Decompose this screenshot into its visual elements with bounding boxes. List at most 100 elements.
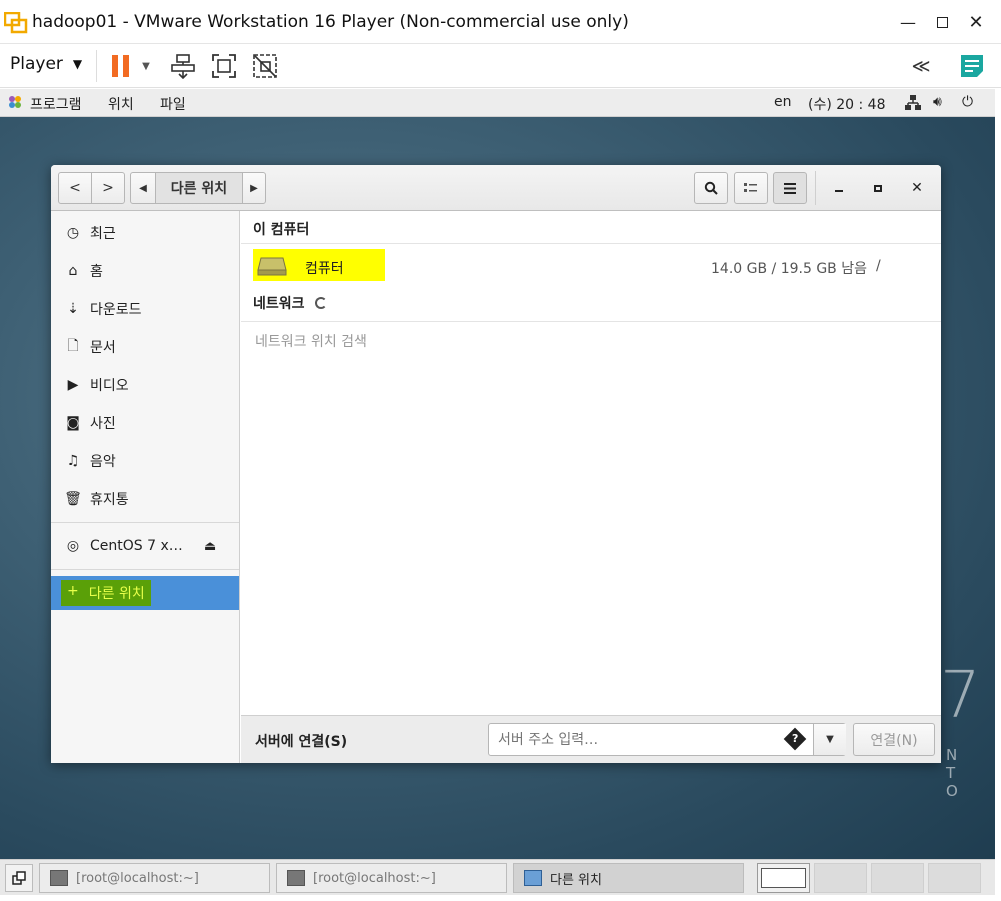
double-chevron-left-icon: ≪ bbox=[911, 55, 931, 77]
sidebar-item-documents[interactable]: 🗋 문서 bbox=[51, 330, 239, 364]
player-menu[interactable]: Player ▼ bbox=[10, 54, 82, 74]
menu-button[interactable] bbox=[773, 172, 807, 204]
computer-mount: / bbox=[876, 258, 881, 274]
workspace-2[interactable] bbox=[814, 863, 867, 893]
workspace-4[interactable] bbox=[928, 863, 981, 893]
connect-button[interactable]: 연결(N) bbox=[853, 723, 935, 756]
file-menu[interactable]: 파일 bbox=[160, 94, 186, 114]
sidebar-item-label: 다운로드 bbox=[90, 302, 142, 318]
pause-button[interactable] bbox=[106, 51, 136, 81]
keyboard-layout-indicator[interactable]: en bbox=[774, 94, 792, 110]
home-icon: ⌂ bbox=[68, 263, 78, 279]
taskbar-item-file-manager[interactable]: 다른 위치 bbox=[513, 863, 744, 893]
back-button[interactable]: < bbox=[58, 172, 92, 204]
dropdown-arrow-icon: ▼ bbox=[826, 734, 834, 745]
sidebar-item-recent[interactable]: ◷ 최근 bbox=[51, 216, 239, 250]
computer-usage: 14.0 GB / 19.5 GB 남음 bbox=[711, 261, 867, 277]
minimize-button[interactable]: — bbox=[890, 8, 926, 36]
headerbar-divider bbox=[815, 171, 816, 205]
removable-devices-button[interactable] bbox=[168, 51, 198, 81]
show-desktop-icon bbox=[12, 871, 26, 885]
taskbar-item-label: 다른 위치 bbox=[550, 872, 602, 888]
minimize-icon bbox=[835, 190, 843, 192]
volume-icon[interactable]: 🔊︎ bbox=[933, 94, 942, 110]
taskbar-item-terminal-2[interactable]: [root@localhost:~] bbox=[276, 863, 507, 893]
clock[interactable]: (수) 20 : 48 bbox=[808, 94, 886, 114]
close-icon: ✕ bbox=[911, 180, 923, 196]
sidebar-item-label: 사진 bbox=[90, 416, 116, 432]
places-menu[interactable]: 위치 bbox=[108, 94, 134, 114]
sidebar-item-pictures[interactable]: ◙ 사진 bbox=[51, 406, 239, 440]
search-icon bbox=[704, 181, 718, 195]
server-address-input[interactable] bbox=[489, 724, 777, 755]
hamburger-menu-icon bbox=[784, 182, 796, 194]
list-view-icon bbox=[744, 183, 757, 192]
toolbar-divider bbox=[96, 50, 97, 82]
document-icon: 🗋 bbox=[67, 338, 79, 354]
taskbar-item-terminal-1[interactable]: [root@localhost:~] bbox=[39, 863, 270, 893]
sidebar-item-label: 홈 bbox=[90, 264, 103, 280]
network-header-label: 네트워크 bbox=[253, 296, 305, 312]
sidebar-item-device[interactable]: ◎ CentOS 7 x… ⏏ bbox=[51, 529, 239, 563]
close-icon: ✕ bbox=[968, 11, 984, 33]
centos-brand-mark: 7 bbox=[940, 659, 981, 733]
eject-icon[interactable]: ⏏ bbox=[204, 539, 216, 554]
sidebar-item-home[interactable]: ⌂ 홈 bbox=[51, 254, 239, 288]
music-icon: ♫ bbox=[66, 453, 80, 469]
power-icon[interactable]: ⏻ bbox=[962, 94, 973, 110]
triangle-right-icon: ▶ bbox=[250, 182, 258, 194]
this-computer-header: 이 컴퓨터 bbox=[253, 222, 310, 238]
fullscreen-button[interactable] bbox=[209, 51, 239, 81]
player-menu-label: Player bbox=[10, 54, 63, 74]
notes-button[interactable] bbox=[957, 51, 987, 81]
workspace-1-window bbox=[761, 868, 806, 888]
gnome-top-bar: 프로그램 위치 파일 en (수) 20 : 48 🔊︎ ⏻ bbox=[0, 89, 995, 117]
workspace-3[interactable] bbox=[871, 863, 924, 893]
sidebar-item-trash[interactable]: 🗑︎ 휴지통 bbox=[51, 482, 239, 516]
download-icon: ⇣ bbox=[67, 301, 79, 317]
taskbar-item-label: [root@localhost:~] bbox=[76, 870, 199, 886]
path-scroll-right-button[interactable]: ▶ bbox=[242, 172, 266, 204]
other-locations-view: 이 컴퓨터 컴퓨터 14.0 GB / 19.5 GB 남음 / 네트워크 네트… bbox=[241, 211, 941, 715]
window-close-button[interactable]: ✕ bbox=[902, 172, 932, 204]
vmware-logo-icon bbox=[4, 12, 28, 34]
note-icon bbox=[961, 55, 983, 77]
help-icon[interactable]: ? bbox=[783, 727, 807, 751]
computer-row[interactable]: 컴퓨터 14.0 GB / 19.5 GB 남음 / bbox=[241, 247, 941, 285]
path-segment-current[interactable]: 다른 위치 bbox=[155, 172, 243, 204]
workspace-1[interactable] bbox=[757, 863, 810, 893]
collapse-toolbar-button[interactable]: ≪ bbox=[906, 51, 936, 81]
maximize-icon bbox=[936, 16, 948, 28]
sidebar-item-other-locations[interactable]: + 다른 위치 bbox=[51, 576, 239, 610]
maximize-button[interactable] bbox=[924, 8, 960, 36]
file-manager-headerbar: < > ◀ 다른 위치 ▶ ✕ bbox=[51, 165, 941, 211]
show-desktop-button[interactable] bbox=[5, 864, 33, 892]
close-button[interactable]: ✕ bbox=[958, 8, 994, 36]
forward-button[interactable]: > bbox=[91, 172, 125, 204]
server-history-dropdown[interactable]: ▼ bbox=[813, 724, 846, 755]
applications-menu[interactable]: 프로그램 bbox=[30, 94, 82, 114]
path-scroll-left-button[interactable]: ◀ bbox=[130, 172, 156, 204]
sidebar-item-music[interactable]: ♫ 음악 bbox=[51, 444, 239, 478]
guest-taskbar: [root@localhost:~] [root@localhost:~] 다른… bbox=[0, 859, 995, 895]
sidebar-item-label: 비디오 bbox=[90, 378, 129, 394]
sidebar-item-label: 음악 bbox=[90, 454, 116, 470]
pause-dropdown-button[interactable]: ▼ bbox=[136, 51, 156, 81]
sidebar-item-downloads[interactable]: ⇣ 다운로드 bbox=[51, 292, 239, 326]
network-status-icon[interactable] bbox=[905, 95, 921, 114]
sidebar-separator bbox=[51, 522, 239, 523]
pause-icon bbox=[112, 55, 129, 77]
sidebar-item-videos[interactable]: ▶ 비디오 bbox=[51, 368, 239, 402]
search-button[interactable] bbox=[694, 172, 728, 204]
window-maximize-button[interactable] bbox=[863, 172, 893, 204]
maximize-icon bbox=[874, 184, 882, 192]
window-title: hadoop01 - VMware Workstation 16 Player … bbox=[32, 12, 629, 32]
window-minimize-button[interactable] bbox=[824, 172, 854, 204]
network-header: 네트워크 bbox=[253, 293, 328, 313]
unity-button[interactable] bbox=[250, 51, 280, 81]
loading-spinner-icon bbox=[315, 297, 328, 309]
sidebar-item-label: 휴지통 bbox=[90, 492, 129, 508]
computer-label: 컴퓨터 bbox=[305, 261, 344, 277]
file-manager-icon bbox=[524, 870, 542, 886]
view-toggle-button[interactable] bbox=[734, 172, 768, 204]
